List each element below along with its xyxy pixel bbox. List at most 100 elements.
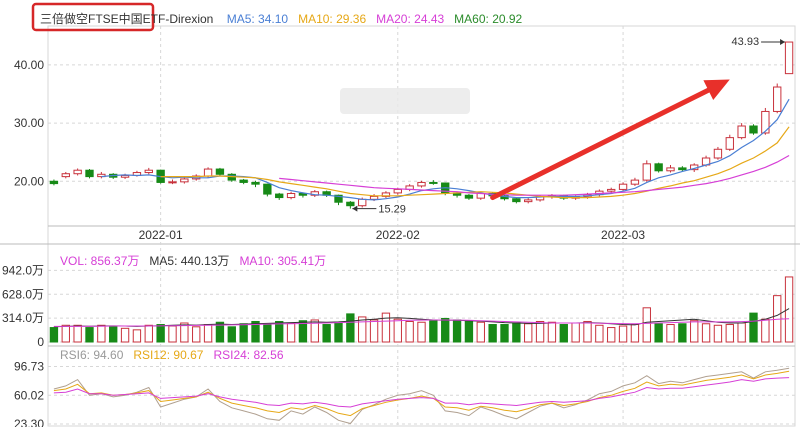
candle-body	[725, 137, 734, 150]
volume-bar	[488, 324, 497, 343]
candle-body	[239, 179, 248, 183]
grid-layer	[0, 25, 800, 427]
volume-bar	[583, 320, 592, 343]
volume-bar	[701, 323, 711, 343]
candle-body	[275, 193, 284, 199]
rsi-legend-item-2: RSI24: 82.56	[213, 348, 284, 362]
chart-canvas: 2022-01 2022-02 2022-03 20.00 30.00 40.00 942.…	[0, 2, 800, 431]
volume-bar	[156, 324, 165, 343]
volume-bar	[441, 317, 450, 343]
candle-body	[666, 167, 675, 172]
volume-bar	[346, 313, 355, 343]
rsi-legend-item-0: RSI6: 94.60	[60, 348, 124, 362]
volume-bar	[761, 318, 770, 343]
rsi-legend-item-1: RSI12: 90.67	[133, 348, 204, 362]
candle-body	[286, 192, 296, 199]
rsi-panel	[53, 367, 790, 425]
candle-body	[713, 148, 723, 159]
volume-bar	[678, 323, 687, 343]
candle-body	[512, 198, 521, 203]
volume-legend-item-2: MA10: 305.41万	[239, 254, 327, 268]
candle-body	[429, 181, 438, 184]
volume-bar	[322, 324, 331, 343]
volume-bar	[571, 322, 580, 343]
x-tick-label: 2022-02	[376, 228, 420, 242]
candle-body	[784, 41, 794, 75]
volume-bar	[334, 322, 343, 343]
volume-bar	[737, 322, 746, 343]
watermark-blur	[340, 88, 470, 114]
volume-bar	[381, 312, 391, 343]
stock-chart-panel: 2022-01 2022-02 2022-03 20.00 30.00 40.00 942.…	[0, 0, 800, 431]
high-price-label: 43.93	[732, 36, 760, 48]
rsi-y-tick-label: 96.73	[14, 360, 44, 374]
candle-body	[761, 110, 770, 134]
candle-body	[524, 199, 533, 203]
volume-y-tick-label: 628.0万	[2, 287, 44, 301]
volume-bar	[725, 324, 734, 343]
candle-body	[346, 201, 355, 207]
price-panel	[49, 41, 794, 209]
candle-body	[464, 194, 474, 199]
volume-bar	[227, 326, 236, 343]
candle-body	[678, 167, 687, 171]
candle-body	[737, 125, 746, 139]
candle-body	[618, 183, 628, 190]
volume-bar	[559, 324, 568, 343]
candle-body	[630, 179, 640, 185]
volume-bar	[120, 327, 130, 343]
candle-body	[773, 86, 782, 112]
volume-bar	[429, 319, 438, 343]
candle-body	[61, 173, 70, 178]
price-y-tick-label: 30.00	[14, 116, 44, 130]
ma-legend-item-2: MA20: 24.43	[376, 12, 445, 26]
volume-bar	[192, 326, 201, 343]
volume-bar	[73, 324, 82, 343]
volume-bar	[393, 318, 402, 343]
candle-body	[654, 163, 663, 172]
volume-legend-item-1: MA5: 440.13万	[149, 254, 230, 268]
volume-bar	[85, 327, 94, 343]
candle-body	[749, 125, 758, 134]
x-tick-label: 2022-01	[139, 228, 183, 242]
low-price-label: 15.29	[378, 204, 406, 216]
rsi-legend: RSI6: 94.60 RSI12: 90.67 RSI24: 82.56	[60, 348, 294, 362]
candle-body	[393, 188, 402, 194]
trend-arrow-shaft	[490, 83, 719, 201]
volume-bar	[607, 327, 616, 343]
volume-bar	[109, 325, 118, 343]
volume-bar	[512, 322, 521, 343]
volume-bar	[666, 324, 675, 343]
candle-body	[203, 168, 213, 177]
candle-body	[168, 181, 177, 184]
volume-bar	[618, 325, 628, 343]
volume-bar	[61, 324, 70, 343]
volume-bar	[168, 325, 177, 343]
candle-body	[120, 174, 130, 178]
volume-bar	[239, 323, 248, 343]
ma-legend-item-1: MA10: 29.36	[298, 12, 367, 26]
volume-y-tick-label: 314.0万	[2, 311, 44, 325]
volume-bar	[784, 276, 794, 343]
ma10-line	[160, 126, 790, 199]
volume-bar	[500, 324, 509, 343]
candle-body	[369, 195, 379, 200]
volume-bar	[535, 320, 545, 343]
volume-bar	[369, 319, 379, 343]
high-pointer-head	[780, 39, 786, 46]
candle-body	[180, 178, 189, 183]
chart-title: 三倍做空FTSE中国ETF-Direxion	[40, 12, 214, 26]
volume-bar	[405, 320, 414, 343]
annotation-layer: 43.93 15.29	[31, 2, 786, 216]
volume-legend-item-0: VOL: 856.37万	[60, 254, 140, 268]
volume-legend: VOL: 856.37万 MA5: 440.13万 MA10: 305.41万	[60, 252, 336, 269]
volume-bar	[524, 323, 533, 343]
price-y-tick-label: 40.00	[14, 58, 44, 72]
volume-bar	[144, 324, 153, 343]
volume-bar	[263, 323, 272, 343]
candle-body	[215, 168, 225, 175]
candle-body	[607, 188, 616, 192]
x-tick-label: 2022-03	[601, 228, 645, 242]
candle-body	[263, 183, 272, 195]
volume-bar	[749, 312, 758, 343]
